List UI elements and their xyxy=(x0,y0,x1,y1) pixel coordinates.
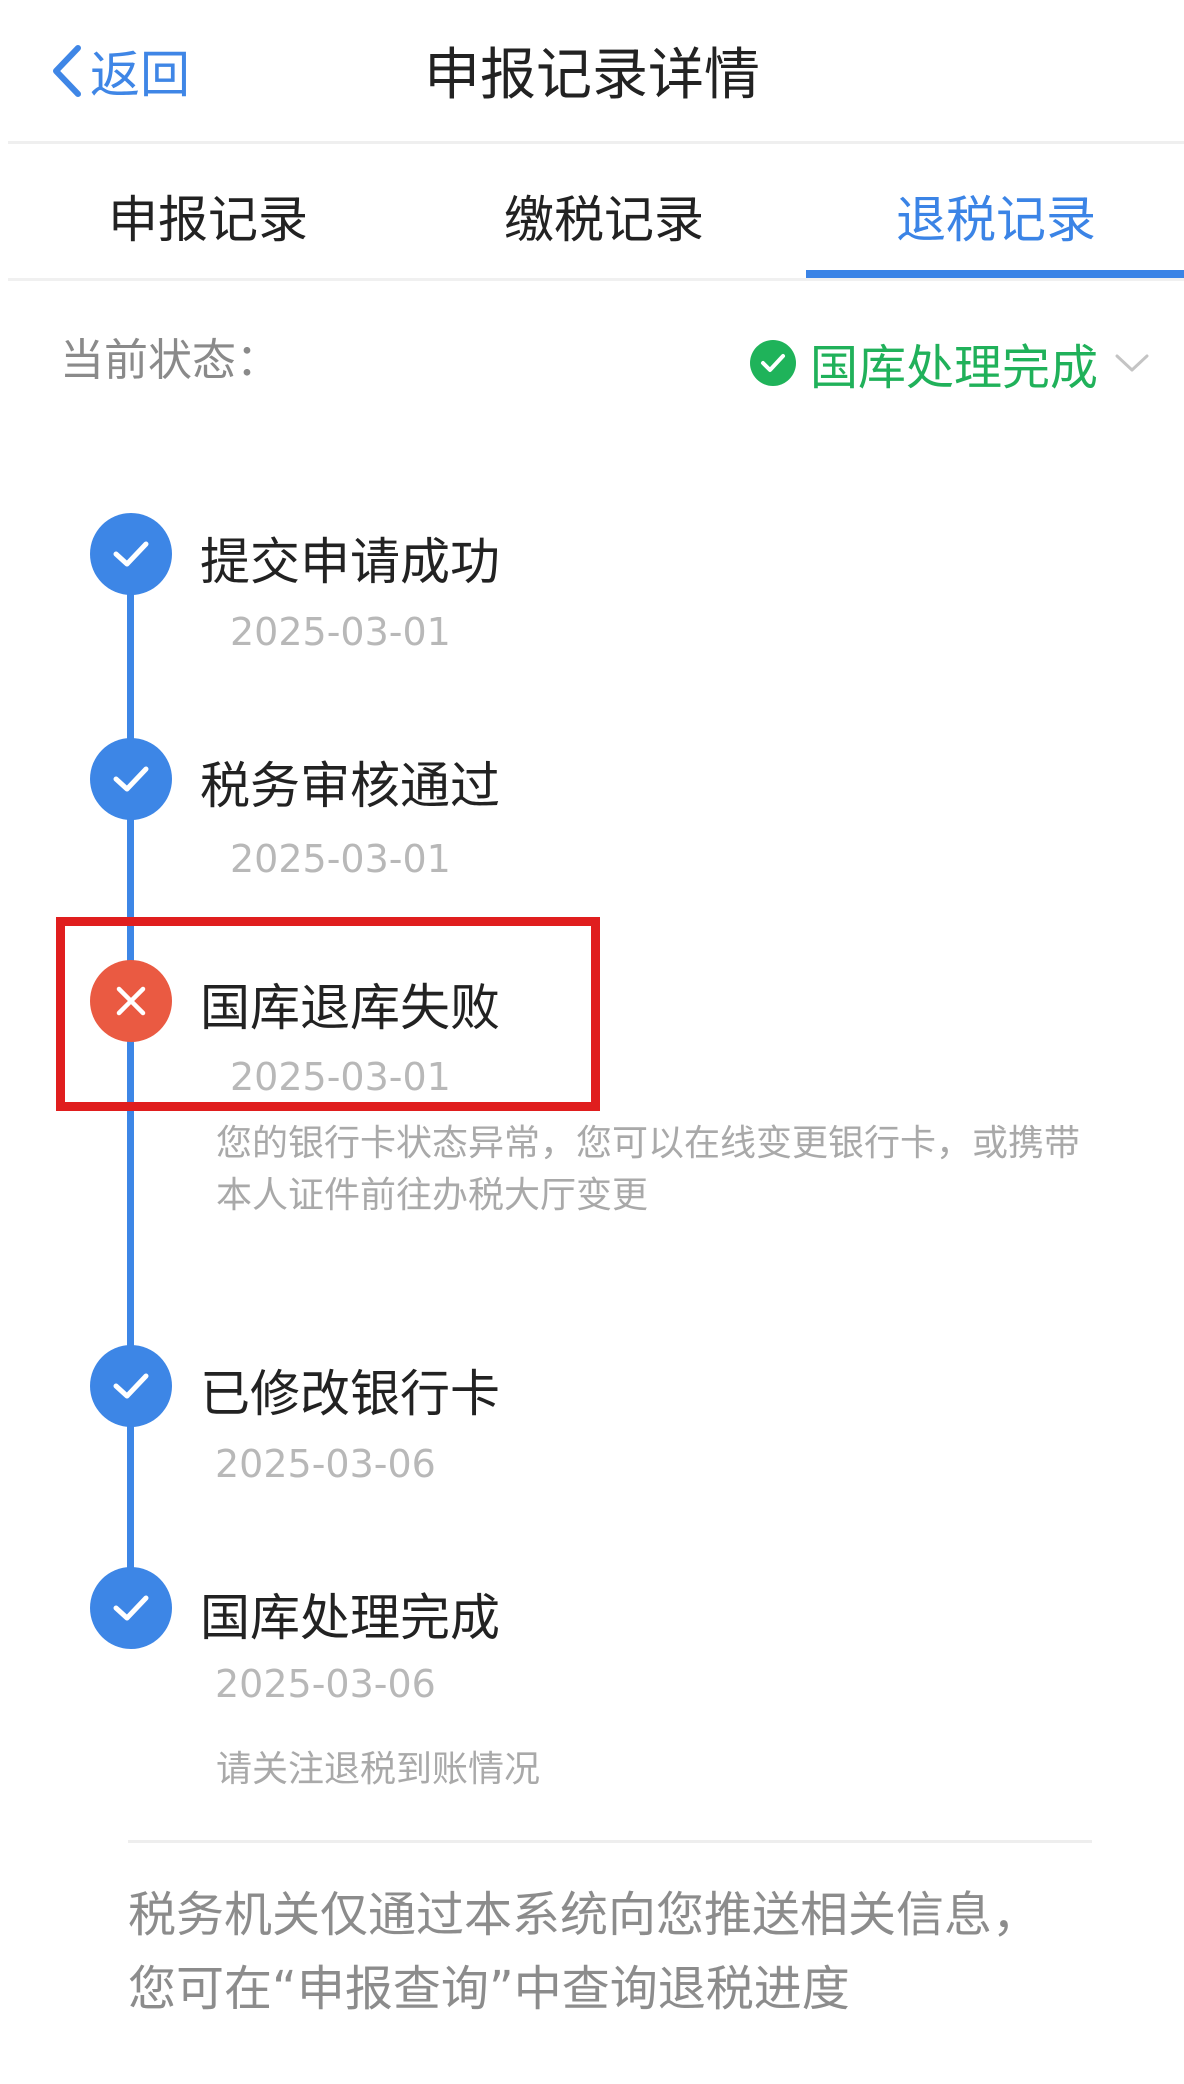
check-icon xyxy=(90,513,172,595)
timeline-step-note: 请关注退税到账情况 xyxy=(216,1749,541,1790)
status-dropdown[interactable]: 国库处理完成 xyxy=(749,328,1150,398)
timeline-step-title: 税务审核通过 xyxy=(200,757,500,815)
timeline-step-title: 已修改银行卡 xyxy=(200,1365,500,1423)
tab-refund-records[interactable]: 退税记录 xyxy=(806,180,1184,250)
footer-notice-line: 税务机关仅通过本系统向您推送相关信息， xyxy=(128,1887,1041,1943)
tabs-divider xyxy=(8,278,1184,281)
check-icon xyxy=(90,738,172,820)
tab-payment-records[interactable]: 缴税记录 xyxy=(414,180,794,250)
tab-declaration-records[interactable]: 申报记录 xyxy=(18,180,398,250)
footer-divider xyxy=(128,1840,1092,1843)
footer-notice: 税务机关仅通过本系统向您推送相关信息， 您可在“申报查询”中查询退税进度 xyxy=(128,1878,1128,2026)
timeline-step-note: 您的银行卡状态异常，您可以在线变更银行卡，或携带本人证件前往办税大厅变更 xyxy=(216,1123,1081,1216)
status-label: 当前状态： xyxy=(60,335,280,386)
header-divider xyxy=(8,141,1184,144)
highlight-box xyxy=(56,917,600,1111)
page-title: 申报记录详情 xyxy=(424,43,760,108)
check-circle-icon xyxy=(749,340,796,386)
chevron-down-icon xyxy=(1115,354,1149,372)
timeline-step-title: 国库处理完成 xyxy=(200,1589,500,1647)
timeline-step-title: 提交申请成功 xyxy=(200,533,500,591)
check-icon xyxy=(90,1345,172,1427)
timeline-step-date: 2025-03-06 xyxy=(215,1442,436,1486)
status-value: 国库处理完成 xyxy=(809,340,1098,396)
footer-notice-line: 您可在“申报查询”中查询退税进度 xyxy=(128,1961,850,2017)
timeline-step-date: 2025-03-01 xyxy=(230,837,451,881)
active-tab-indicator xyxy=(806,270,1184,278)
timeline-step-date: 2025-03-01 xyxy=(230,610,451,654)
check-icon xyxy=(90,1567,172,1649)
timeline-step-date: 2025-03-06 xyxy=(215,1662,436,1706)
